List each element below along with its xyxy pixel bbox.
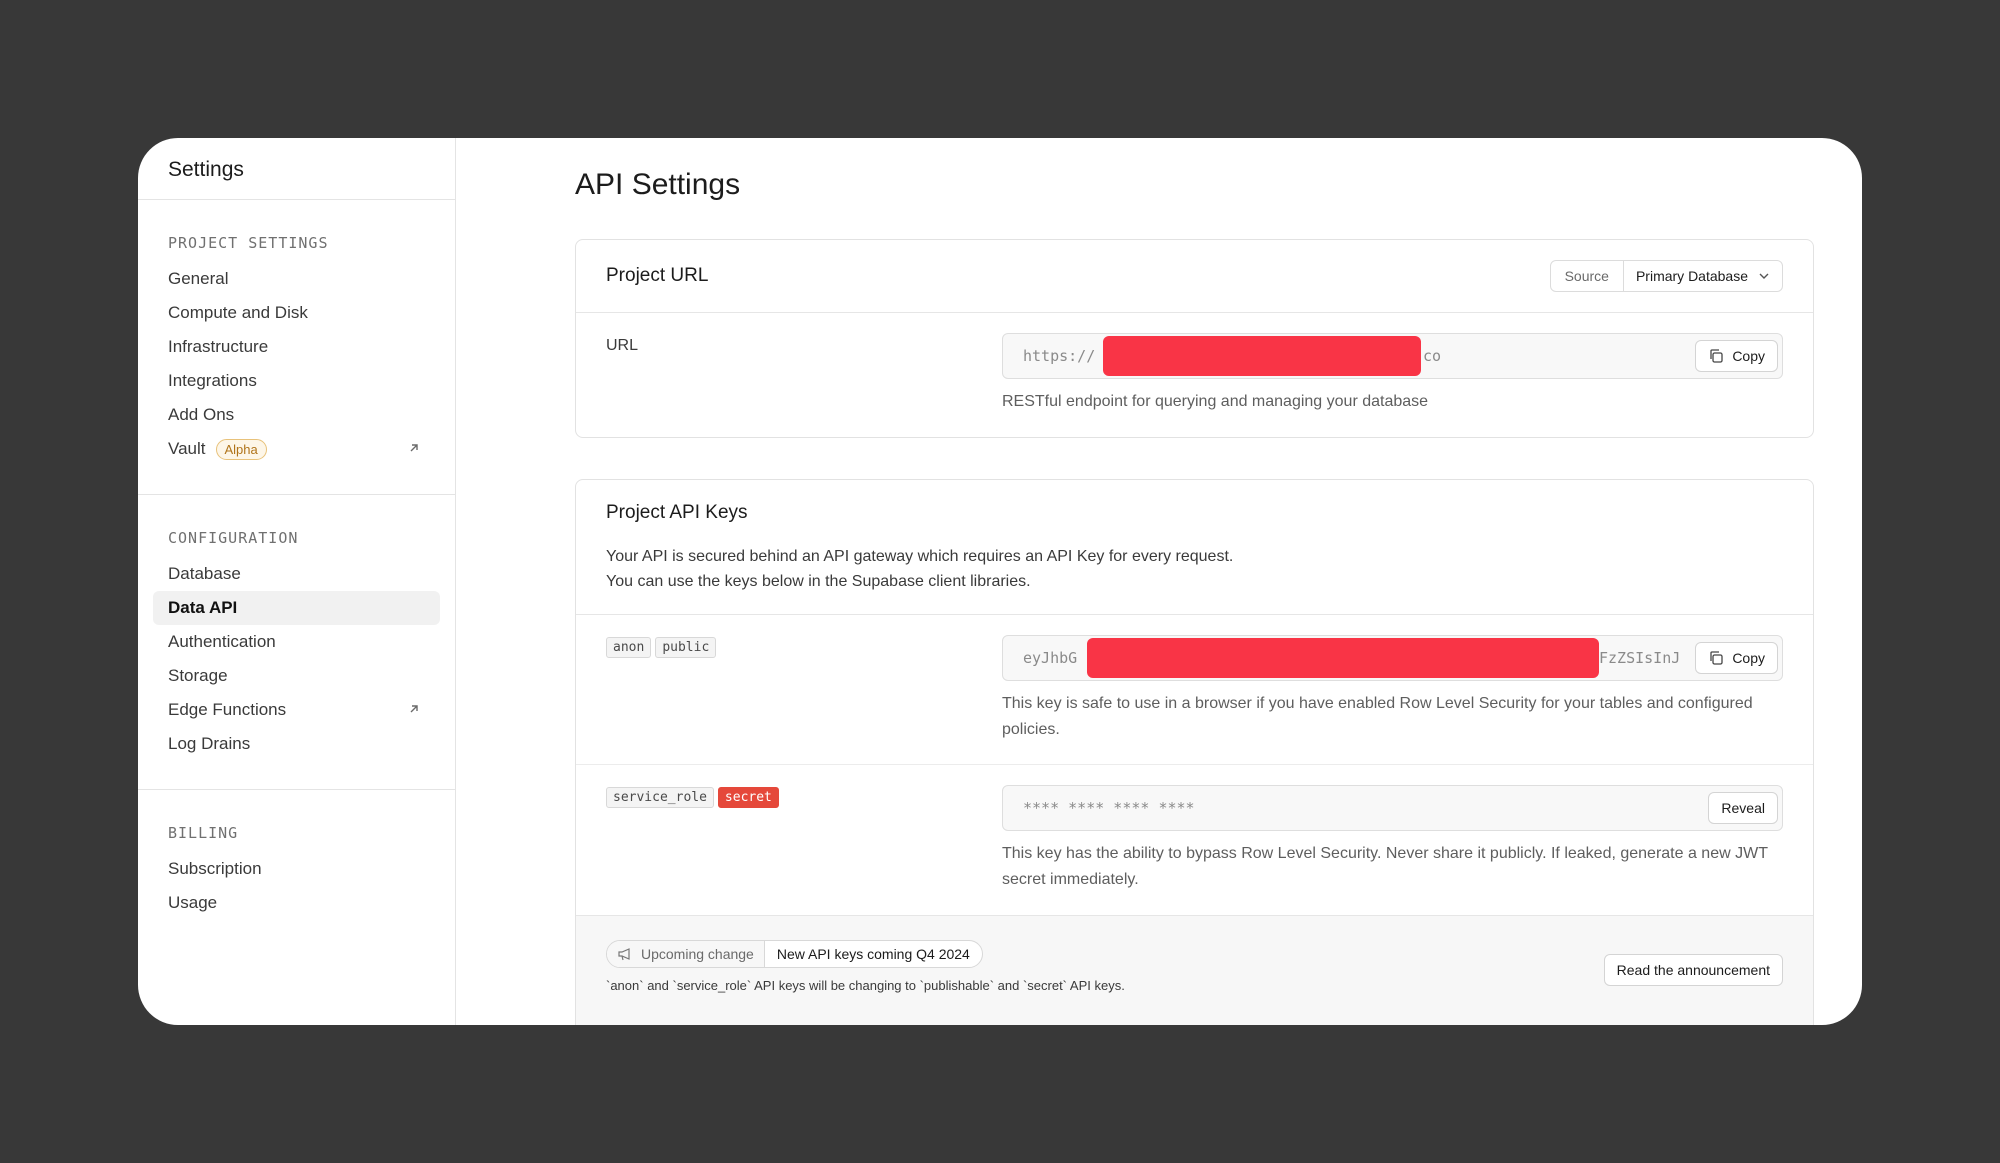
sidebar: Settings PROJECT SETTINGS General Comput… [138, 138, 456, 1025]
card-header: Project URL Source Primary Database [576, 240, 1813, 313]
anon-key-help-text: This key is safe to use in a browser if … [1002, 695, 1753, 738]
external-link-icon [410, 444, 418, 452]
sidebar-item-authentication[interactable]: Authentication [153, 625, 440, 659]
sidebar-item-label: Usage [168, 893, 218, 912]
tag-public: public [655, 637, 717, 658]
megaphone-icon [618, 948, 630, 961]
url-body: https:// co Copy RESTful endpoint for qu… [1002, 313, 1783, 415]
upcoming-change-pill: Upcoming change New API keys coming Q4 2… [606, 940, 983, 968]
nav-section-billing: BILLING Subscription Usage [138, 790, 455, 948]
service-key-help-text: This key has the ability to bypass Row L… [1002, 845, 1768, 888]
sidebar-item-infrastructure[interactable]: Infrastructure [153, 330, 440, 364]
copy-label: Copy [1732, 348, 1765, 364]
nav-section-configuration: CONFIGURATION Database Data API Authenti… [138, 495, 455, 790]
copy-anon-key-button[interactable]: Copy [1695, 642, 1778, 674]
redaction-block [1103, 336, 1421, 376]
pill-left-text: Upcoming change [641, 946, 754, 962]
sidebar-item-add-ons[interactable]: Add Ons [153, 398, 440, 432]
sidebar-item-label: Edge Functions [168, 700, 287, 719]
anon-key-body: eyJhbG FzZSIsInJ Copy This key is safe t… [1002, 615, 1783, 764]
url-suffix: co [1423, 347, 1442, 365]
anon-key-prefix: eyJhbG [1023, 649, 1078, 667]
service-key-row: service_role secret **** **** **** **** R… [576, 765, 1813, 915]
url-prefix: https:// [1023, 347, 1096, 365]
sidebar-item-label: Integrations [168, 371, 257, 390]
sidebar-item-label: Subscription [168, 859, 262, 878]
copy-url-button[interactable]: Copy [1695, 340, 1778, 372]
anon-key-input[interactable]: eyJhbG FzZSIsInJ Copy [1002, 635, 1783, 681]
pill-left: Upcoming change [607, 941, 765, 967]
tag-service-role: service_role [606, 787, 714, 808]
card-title: Project URL [606, 265, 709, 286]
tag-anon: anon [606, 637, 652, 658]
service-key-input[interactable]: **** **** **** **** Reveal [1002, 785, 1783, 831]
sidebar-item-usage[interactable]: Usage [153, 886, 440, 920]
anon-key-tags: anon public [606, 615, 1002, 764]
sidebar-item-label: Database [168, 564, 241, 583]
sidebar-item-log-drains[interactable]: Log Drains [153, 727, 440, 761]
masked-key: **** **** **** **** [1023, 799, 1195, 817]
project-url-card: Project URL Source Primary Database URL … [575, 239, 1814, 438]
sidebar-item-vault[interactable]: Vault Alpha [153, 432, 440, 466]
pill-right-text: New API keys coming Q4 2024 [776, 946, 970, 962]
sidebar-item-subscription[interactable]: Subscription [153, 852, 440, 886]
sidebar-item-label: Authentication [168, 632, 276, 651]
service-key-body: **** **** **** **** Reveal This key has … [1002, 765, 1783, 915]
copy-icon [1710, 651, 1723, 665]
sidebar-item-database[interactable]: Database [153, 557, 440, 591]
sidebar-item-label: Data API [168, 598, 238, 617]
url-row: URL https:// co Copy RESTful endpoint fo… [576, 313, 1813, 415]
page-title: API Settings [575, 168, 741, 201]
url-label: URL [606, 337, 639, 354]
sidebar-item-label: Infrastructure [168, 337, 269, 356]
sidebar-item-label: Log Drains [168, 734, 251, 753]
api-keys-intro: Project API Keys Your API is secured beh… [576, 480, 1813, 615]
sidebar-title: Settings [138, 138, 455, 200]
url-help-text: RESTful endpoint for querying and managi… [1002, 393, 1429, 410]
chevron-down-icon [1759, 273, 1769, 279]
copy-icon [1710, 349, 1723, 363]
sidebar-item-data-api[interactable]: Data API [153, 591, 440, 625]
source-value-text: Primary Database [1635, 268, 1748, 284]
card-title: Project API Keys [606, 502, 748, 523]
sidebar-item-edge-functions[interactable]: Edge Functions [153, 693, 440, 727]
service-key-tags: service_role secret [606, 765, 1002, 915]
reveal-label: Reveal [1721, 800, 1765, 816]
api-keys-card: Project API Keys Your API is secured beh… [575, 479, 1814, 1025]
sidebar-item-label: Vault [168, 439, 206, 458]
tag-secret: secret [717, 787, 779, 808]
sidebar-item-label: Storage [168, 666, 228, 685]
sidebar-item-label: Compute and Disk [168, 303, 308, 322]
sidebar-item-compute-and-disk[interactable]: Compute and Disk [153, 296, 440, 330]
intro-line-1: Your API is secured behind an API gatewa… [606, 548, 1234, 565]
nav-section-project-settings: PROJECT SETTINGS General Compute and Dis… [138, 200, 455, 495]
settings-window: Settings PROJECT SETTINGS General Comput… [138, 138, 1862, 1025]
main-content: API Settings Project URL Source Primary … [456, 138, 1862, 1025]
anon-key-row: anon public eyJhbG FzZSIsInJ Copy This ke… [576, 615, 1813, 765]
alpha-badge: Alpha [215, 438, 267, 460]
source-label: Source [1551, 261, 1624, 291]
section-title: BILLING [168, 824, 239, 842]
reveal-button[interactable]: Reveal [1708, 792, 1778, 824]
sidebar-item-integrations[interactable]: Integrations [153, 364, 440, 398]
sidebar-item-label: Add Ons [168, 405, 235, 424]
upcoming-change-bar: Upcoming change New API keys coming Q4 2… [576, 915, 1813, 1025]
redaction-block [1087, 638, 1599, 678]
section-title: CONFIGURATION [168, 529, 299, 547]
sidebar-item-general[interactable]: General [153, 262, 440, 296]
intro-line-2: You can use the keys below in the Supaba… [606, 573, 1031, 590]
copy-label: Copy [1732, 650, 1765, 666]
sidebar-item-label: General [168, 269, 229, 288]
external-link-icon [410, 705, 418, 713]
section-title: PROJECT SETTINGS [168, 234, 329, 252]
read-announcement-button[interactable]: Read the announcement [1603, 954, 1783, 986]
url-input[interactable]: https:// co Copy [1002, 333, 1783, 379]
source-select[interactable]: Source Primary Database [1549, 260, 1783, 292]
anon-key-suffix: FzZSIsInJ [1599, 649, 1681, 667]
source-value[interactable]: Primary Database [1624, 261, 1782, 291]
sidebar-item-storage[interactable]: Storage [153, 659, 440, 693]
